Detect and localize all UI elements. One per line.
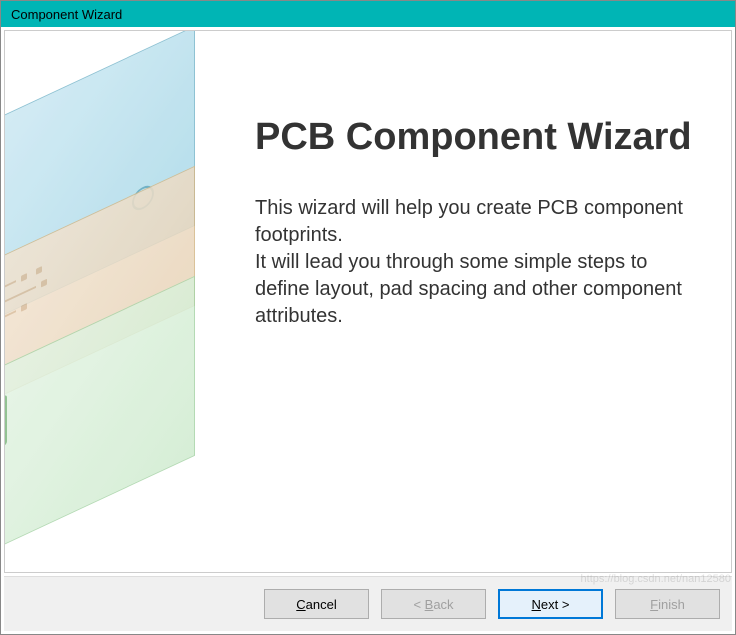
back-button: < Back <box>381 589 486 619</box>
content-area: PCB Component Wizard This wizard will he… <box>4 30 732 573</box>
wizard-window: Component Wizard <box>0 0 736 635</box>
titlebar[interactable]: Component Wizard <box>1 1 735 27</box>
next-button[interactable]: Next > <box>498 589 603 619</box>
button-bar: Cancel < Back Next > Finish <box>4 576 732 631</box>
cancel-button[interactable]: Cancel <box>264 589 369 619</box>
pcb-graphic <box>5 31 235 572</box>
finish-button: Finish <box>615 589 720 619</box>
window-title: Component Wizard <box>11 7 122 22</box>
wizard-heading: PCB Component Wizard <box>255 116 701 160</box>
wizard-description: This wizard will help you create PCB com… <box>255 195 701 330</box>
main-content: PCB Component Wizard This wizard will he… <box>235 31 731 572</box>
